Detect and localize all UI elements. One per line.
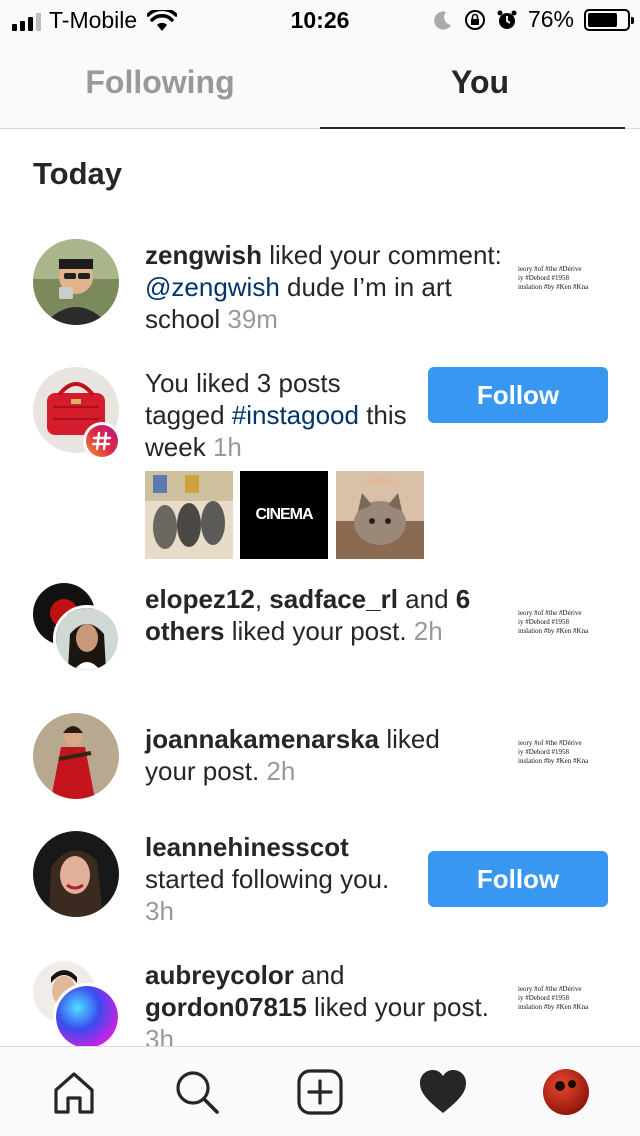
separator: ,: [254, 584, 270, 614]
avatar[interactable]: [53, 983, 121, 1046]
post-preview-line: ieory #of #the #Dérive: [518, 265, 582, 273]
notification-body: liked your post.: [224, 616, 407, 646]
mention-link[interactable]: @zengwish: [145, 272, 280, 302]
avatar[interactable]: [33, 239, 119, 325]
rotation-lock-icon: [464, 9, 485, 30]
post-thumbnail[interactable]: ieory #of #the #Dérive iy #Debord #1958 …: [518, 583, 608, 673]
liked-post-thumbnail[interactable]: [145, 471, 233, 559]
post-preview-line: inslation #by #Ken #Kna: [518, 757, 589, 765]
notification-text: zengwish liked your comment: @zengwish d…: [145, 239, 505, 335]
bottom-navigation: [0, 1046, 640, 1136]
timestamp: 3h: [145, 896, 174, 926]
username[interactable]: leannehinesscot: [145, 832, 349, 862]
section-title: Today: [33, 156, 122, 191]
post-preview-line: iy #Debord #1958: [518, 274, 569, 282]
nav-home[interactable]: [42, 1060, 106, 1124]
conjunction: and: [293, 960, 345, 990]
notification-text: aubreycolor and gordon07815 liked your p…: [145, 959, 495, 1046]
timestamp: 2h: [413, 616, 443, 646]
nav-profile[interactable]: [534, 1060, 598, 1124]
username[interactable]: aubreycolor: [145, 960, 294, 990]
timestamp: 1h: [212, 432, 242, 462]
nav-search[interactable]: [165, 1060, 229, 1124]
username[interactable]: gordon07815: [145, 992, 307, 1022]
username[interactable]: zengwish: [145, 240, 262, 270]
home-icon: [53, 1071, 94, 1114]
post-preview-line: ieory #of #the #Dérive: [518, 739, 582, 747]
post-preview-line: ieory #of #the #Dérive: [518, 985, 582, 993]
notification-row[interactable]: aubreycolor and gordon07815 liked your p…: [0, 959, 640, 1046]
activity-heart-icon: [420, 1069, 467, 1113]
timestamp: 39m: [227, 304, 278, 334]
activity-tabs: Following You: [0, 40, 640, 129]
timestamp: 3h: [145, 1024, 174, 1046]
post-preview-line: iy #Debord #1958: [518, 618, 569, 626]
post-preview-line: inslation #by #Ken #Kna: [518, 1003, 589, 1011]
battery-icon: [584, 8, 634, 31]
follow-button[interactable]: Follow: [428, 367, 608, 423]
notification-text: You liked 3 posts tagged #instagood this…: [145, 367, 415, 463]
hashtag-icon: [86, 425, 118, 457]
post-preview-line: ieory #of #the #Dérive: [518, 609, 582, 617]
post-preview-line: iy #Debord #1958: [518, 748, 569, 756]
thumbnail-caption: CINEMA: [255, 506, 313, 523]
status-right: 76%: [432, 6, 634, 33]
post-preview-line: inslation #by #Ken #Kna: [518, 627, 589, 635]
username[interactable]: joannakamenarska: [145, 724, 379, 754]
tab-following[interactable]: Following: [0, 40, 320, 128]
timestamp: 2h: [266, 756, 296, 786]
notification-text: joannakamenarska liked your post. 2h: [145, 723, 495, 787]
post-preview-line: iy #Debord #1958: [518, 994, 569, 1002]
username[interactable]: elopez12: [145, 584, 255, 614]
profile-avatar: [543, 1068, 590, 1115]
liked-post-thumbnail[interactable]: [336, 471, 424, 559]
battery-percent: 76%: [527, 6, 574, 32]
notification-body: started following you.: [145, 864, 390, 894]
post-thumbnail[interactable]: ieory #of #the #Dérive iy #Debord #1958 …: [518, 713, 608, 803]
nav-activity[interactable]: [411, 1060, 475, 1124]
follow-button[interactable]: Follow: [428, 851, 608, 907]
status-bar: T-Mobile 10:26 76%: [0, 0, 640, 40]
post-thumbnail[interactable]: ieory #of #the #Dérive iy #Debord #1958 …: [518, 239, 608, 329]
search-icon: [176, 1070, 219, 1114]
new-post-icon: [297, 1068, 343, 1115]
liked-post-thumbnail[interactable]: CINEMA: [240, 471, 328, 559]
avatar[interactable]: [53, 605, 121, 673]
avatar[interactable]: [33, 713, 119, 799]
moon-icon: [434, 11, 451, 30]
avatar[interactable]: [33, 831, 119, 917]
hashtag-badge: [83, 422, 121, 460]
nav-new-post[interactable]: [288, 1060, 352, 1124]
notification-body: liked your comment:: [262, 240, 502, 270]
conjunction: and: [397, 584, 456, 614]
alarm-icon: [497, 10, 517, 29]
battery-fill: [588, 12, 617, 27]
post-thumbnail[interactable]: ieory #of #the #Dérive iy #Debord #1958 …: [518, 959, 608, 1046]
hashtag-link[interactable]: #instagood: [232, 400, 359, 430]
username[interactable]: sadface_rl: [269, 584, 398, 614]
notification-text: elopez12, sadface_rl and 6 others liked …: [145, 583, 495, 647]
notification-text: leannehinesscot started following you. 3…: [145, 831, 415, 927]
tab-you[interactable]: You: [320, 40, 640, 129]
post-preview-line: inslation #by #Ken #Kna: [518, 283, 589, 291]
notification-body: liked your post.: [306, 992, 489, 1022]
